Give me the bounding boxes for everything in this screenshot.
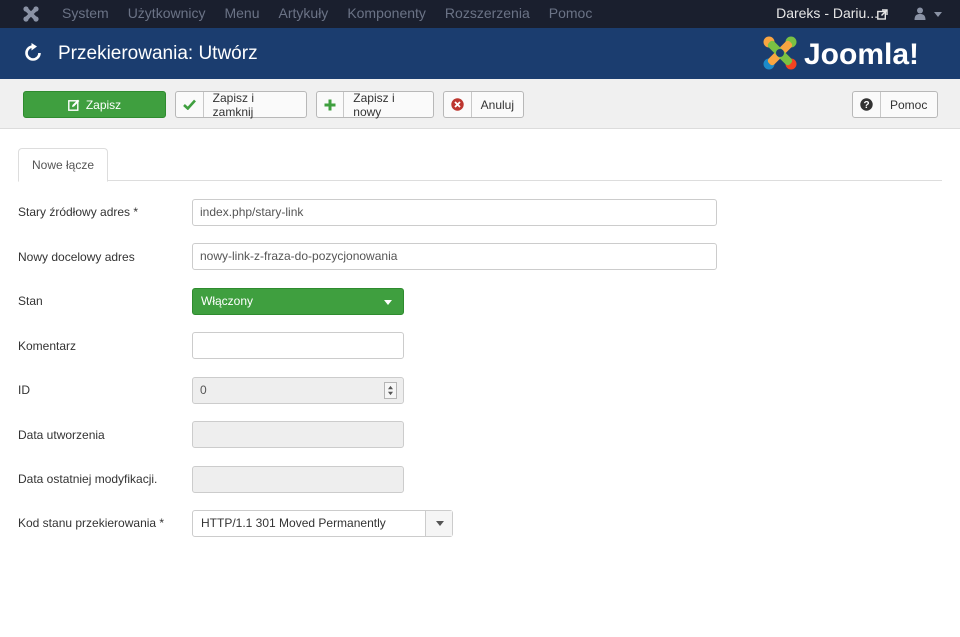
joomla-emblem-icon: [763, 36, 797, 70]
site-name-link[interactable]: Dareks - Dariu...: [776, 0, 878, 27]
save-new-label: Zapisz i nowy: [353, 90, 395, 119]
save-new-button[interactable]: Zapisz i nowy: [316, 90, 434, 119]
page-title: Przekierowania: Utwórz: [58, 43, 258, 64]
old-url-label: Stary źródłowy adres *: [18, 205, 139, 219]
menu-item-components[interactable]: Komponenty: [347, 0, 426, 28]
cancel-icon: [444, 92, 472, 117]
http-code-select[interactable]: HTTP/1.1 301 Moved Permanently: [192, 510, 453, 537]
plus-icon: [317, 92, 345, 117]
new-url-label: Nowy docelowy adres: [18, 250, 135, 264]
chevron-down-icon: [436, 521, 444, 526]
svg-text:Joomla!: Joomla!: [804, 38, 919, 71]
http-code-label: Kod stanu przekierowania *: [18, 516, 165, 530]
save-close-button[interactable]: Zapisz i zamknij: [175, 90, 307, 119]
save-close-label: Zapisz i zamknij: [212, 90, 255, 119]
old-url-input[interactable]: index.php/stary-link: [192, 199, 717, 226]
edit-icon: [67, 99, 80, 111]
tab-new-link[interactable]: Nowe łącze: [18, 148, 108, 182]
menu-item-users[interactable]: Użytkownicy: [128, 0, 206, 28]
main-menu: System Użytkownicy Menu Artykuły Kompone…: [62, 0, 611, 28]
created-date-input: [192, 421, 404, 448]
joomla-brand-logo: Joomla!: [763, 36, 919, 71]
cancel-label: Anuluj: [480, 97, 514, 112]
user-icon[interactable]: [914, 7, 926, 20]
id-input[interactable]: 0: [192, 377, 404, 404]
comment-input[interactable]: [192, 332, 404, 359]
id-value: 0: [200, 383, 207, 397]
question-icon: ?: [853, 92, 881, 117]
http-code-value: HTTP/1.1 301 Moved Permanently: [201, 516, 386, 530]
top-navbar: System Użytkownicy Menu Artykuły Kompone…: [0, 0, 960, 28]
save-label: Zapisz: [85, 97, 122, 112]
status-label: Stan: [18, 294, 43, 308]
number-stepper-icon[interactable]: [384, 382, 397, 399]
cancel-button[interactable]: Anuluj: [443, 91, 524, 118]
chevron-down-icon[interactable]: [934, 12, 942, 17]
id-label: ID: [18, 383, 30, 397]
chevron-down-icon: [384, 300, 392, 305]
joomla-logo-icon[interactable]: [22, 5, 40, 23]
redirect-icon: [25, 43, 41, 61]
created-date-label: Data utworzenia: [18, 428, 105, 442]
menu-item-articles[interactable]: Artykuły: [279, 0, 329, 28]
help-button[interactable]: ? Pomoc: [852, 91, 938, 118]
status-select[interactable]: Włączony: [192, 288, 404, 315]
http-code-dropdown-toggle[interactable]: [425, 511, 452, 536]
modified-date-label: Data ostatniej modyfikacji.: [18, 472, 158, 486]
svg-text:?: ?: [863, 100, 869, 111]
check-icon: [176, 92, 204, 117]
status-select-value: Włączony: [201, 294, 254, 308]
toolbar: Zapisz Zapisz i zamknij Zapisz i nowy An…: [0, 79, 960, 129]
menu-item-help[interactable]: Pomoc: [549, 0, 593, 28]
tab-bar: Nowe łącze: [18, 148, 942, 182]
menu-item-extensions[interactable]: Rozszerzenia: [445, 0, 530, 28]
save-button[interactable]: Zapisz: [23, 91, 166, 118]
menu-item-system[interactable]: System: [62, 0, 109, 28]
new-url-input[interactable]: nowy-link-z-fraza-do-pozycjonowania: [192, 243, 717, 270]
external-link-icon[interactable]: [877, 9, 888, 20]
comment-label: Komentarz: [18, 339, 77, 353]
help-label: Pomoc: [890, 97, 928, 112]
page-header: Przekierowania: Utwórz Joomla!: [0, 28, 960, 79]
menu-item-menu[interactable]: Menu: [224, 0, 259, 28]
modified-date-input: [192, 466, 404, 493]
